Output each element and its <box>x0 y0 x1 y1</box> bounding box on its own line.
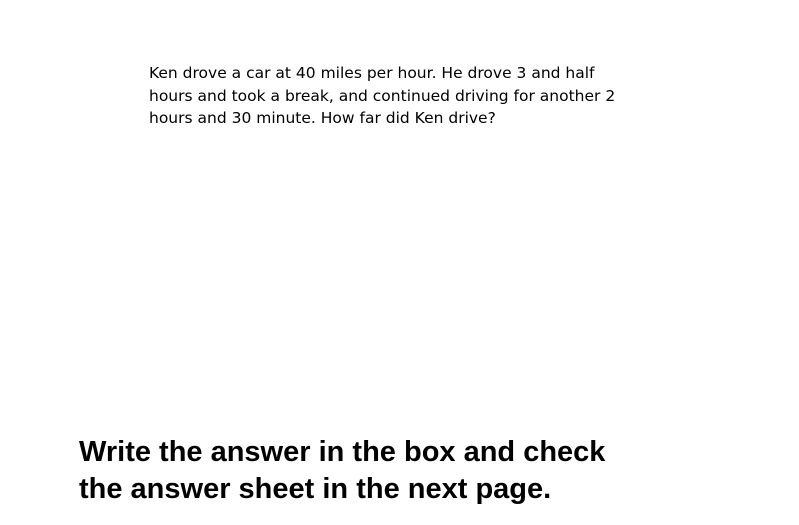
instruction-line: Write the answer in the box and check <box>79 436 606 468</box>
page: { "problem": { "lines": [ "Ken drove a c… <box>0 0 799 525</box>
instruction-line: the answer sheet in the next page. <box>79 473 552 505</box>
problem-line: Ken drove a car at 40 miles per hour. He… <box>149 64 595 82</box>
problem-line: hours and took a break, and continued dr… <box>149 86 616 105</box>
problem-line: hours and 30 minute. How far did Ken dri… <box>149 109 496 127</box>
instruction-heading: Write the answer in the box and check th… <box>79 434 679 508</box>
word-problem-text: Ken drove a car at 40 miles per hour. He… <box>149 62 619 130</box>
